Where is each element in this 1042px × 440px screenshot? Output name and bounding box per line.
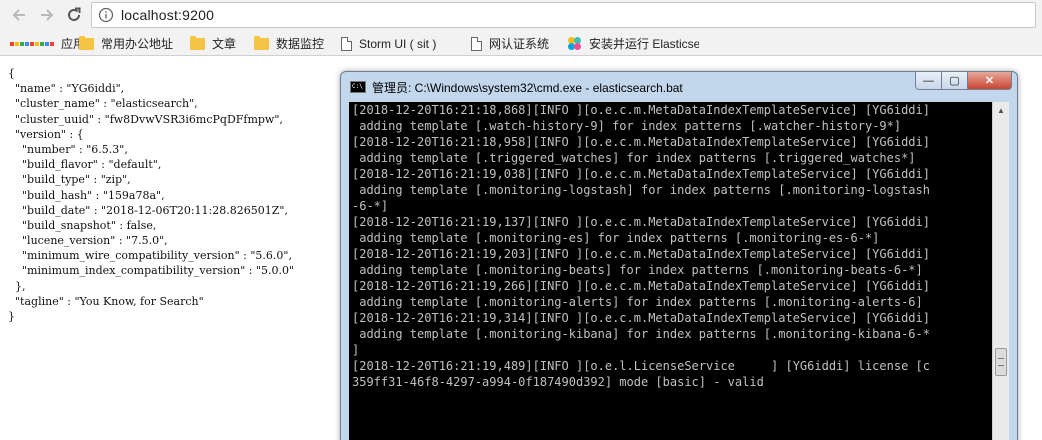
forward-arrow-icon[interactable] <box>35 3 59 27</box>
browser-toolbar: localhost:9200 <box>0 0 1042 31</box>
bookmark-folder-office[interactable]: 常用办公地址 <box>79 35 173 52</box>
json-line: "build_hash" : "159a78a", <box>8 188 165 202</box>
console-line: adding template [.monitoring-kibana] for… <box>352 327 930 341</box>
cmd-window[interactable]: C:\ 管理员: C:\Windows\system32\cmd.exe - e… <box>340 71 1018 440</box>
scroll-thumb[interactable] <box>995 348 1007 376</box>
json-response: { "name" : "YG6iddi", "cluster_name" : "… <box>8 66 294 324</box>
maximize-button[interactable]: ▢ <box>942 72 968 90</box>
console-line: 359ff31-46f8-4297-a994-0f187490d392] mod… <box>352 375 764 389</box>
console-line: adding template [.monitoring-logstash] f… <box>352 183 930 197</box>
vertical-scrollbar[interactable]: ▲ ▼ <box>992 102 1009 440</box>
json-line: "build_snapshot" : false, <box>8 218 157 232</box>
console-line: adding template [.triggered_watches] for… <box>352 151 916 165</box>
console-line: [2018-12-20T16:21:18,868][INFO ][o.e.c.m… <box>352 103 930 117</box>
json-line: "cluster_name" : "elasticsearch", <box>8 97 198 111</box>
json-line: "build_flavor" : "default", <box>8 158 162 172</box>
json-line: "build_type" : "zip", <box>8 173 131 187</box>
console-line: adding template [.watch-history-9] for i… <box>352 119 902 133</box>
console-line: adding template [.monitoring-beats] for … <box>352 263 923 277</box>
console-line: [2018-12-20T16:21:19,203][INFO ][o.e.c.m… <box>352 247 930 261</box>
json-line: }, <box>8 279 26 293</box>
cmd-titlebar[interactable]: C:\ 管理员: C:\Windows\system32\cmd.exe - e… <box>341 72 1017 100</box>
bookmark-folder-articles[interactable]: 文章 <box>190 35 236 52</box>
bookmark-label: 安装并运行 Elasticse <box>589 37 699 51</box>
console-line: [2018-12-20T16:21:19,266][INFO ][o.e.c.m… <box>352 279 930 293</box>
json-line: "tagline" : "You Know, for Search" <box>8 294 204 308</box>
window-controls: — ▢ ✕ <box>915 72 1012 90</box>
console-line: -6-*] <box>352 199 389 213</box>
bookmark-elastic-install[interactable]: 安装并运行 Elasticse <box>567 35 699 52</box>
console-line: [2018-12-20T16:21:19,137][INFO ][o.e.c.m… <box>352 215 930 229</box>
page-icon <box>471 36 482 51</box>
bookmark-auth-system[interactable]: 网认证系统 <box>471 35 549 52</box>
folder-icon <box>79 35 94 50</box>
json-line: "cluster_uuid" : "fw8DvwVSR3i6mcPqDFfmpw… <box>8 112 283 126</box>
json-line: } <box>8 310 15 323</box>
console-line: [2018-12-20T16:21:19,489][INFO ][o.e.l.L… <box>352 359 930 373</box>
minimize-button[interactable]: — <box>915 72 942 90</box>
folder-icon <box>254 35 269 50</box>
back-arrow-icon[interactable] <box>7 3 31 27</box>
console-line: ] <box>352 343 360 357</box>
bookmark-apps[interactable]: 应用 <box>10 35 85 52</box>
json-line: "build_date" : "2018-12-06T20:11:28.8265… <box>8 203 288 217</box>
console-line: [2018-12-20T16:21:18,958][INFO ][o.e.c.m… <box>352 135 930 149</box>
info-icon[interactable] <box>98 7 114 23</box>
bookmark-folder-monitoring[interactable]: 数据监控 <box>254 35 324 52</box>
console-line: adding template [.monitoring-alerts] for… <box>352 295 923 309</box>
cmd-title: 管理员: C:\Windows\system32\cmd.exe - elast… <box>372 81 683 95</box>
console-line: adding template [.monitoring-es] for ind… <box>352 231 880 245</box>
console-line: [2018-12-20T16:21:19,314][INFO ][o.e.c.m… <box>352 311 930 325</box>
console-line: [2018-12-20T16:21:19,038][INFO ][o.e.c.m… <box>352 167 930 181</box>
bookmark-label: Storm UI ( sit ) <box>359 36 437 51</box>
json-line: "version" : { <box>8 127 84 141</box>
bookmark-label: 文章 <box>212 37 237 51</box>
url-text: localhost:9200 <box>121 7 215 23</box>
bookmark-label: 数据监控 <box>276 37 325 51</box>
scroll-down-icon[interactable]: ▼ <box>993 435 1009 440</box>
bookmarks-bar: 应用 常用办公地址 文章 数据监控 Storm UI ( sit ) 网认证系统… <box>0 31 1042 56</box>
reload-icon[interactable] <box>62 3 86 27</box>
cmd-icon: C:\ <box>350 81 366 93</box>
bookmark-label: 常用办公地址 <box>101 37 174 51</box>
elastic-icon <box>567 36 582 51</box>
apps-grid-icon <box>10 41 54 46</box>
folder-icon <box>190 35 205 50</box>
json-line: "lucene_version" : "7.5.0", <box>8 234 168 248</box>
bookmark-label: 网认证系统 <box>489 37 550 51</box>
json-line: "number" : "6.5.3", <box>8 142 128 156</box>
json-line: "minimum_index_compatibility_version" : … <box>8 264 295 278</box>
page-icon <box>341 36 352 51</box>
address-bar[interactable]: localhost:9200 <box>91 2 1036 28</box>
console-output[interactable]: [2018-12-20T16:21:18,868][INFO ][o.e.c.m… <box>349 102 992 440</box>
json-line: { <box>8 67 15 80</box>
close-button[interactable]: ✕ <box>968 72 1012 90</box>
scroll-up-icon[interactable]: ▲ <box>993 102 1009 119</box>
json-line: "name" : "YG6iddi", <box>8 82 125 96</box>
json-line: "minimum_wire_compatibility_version" : "… <box>8 249 292 263</box>
bookmark-storm-ui[interactable]: Storm UI ( sit ) <box>341 35 436 52</box>
